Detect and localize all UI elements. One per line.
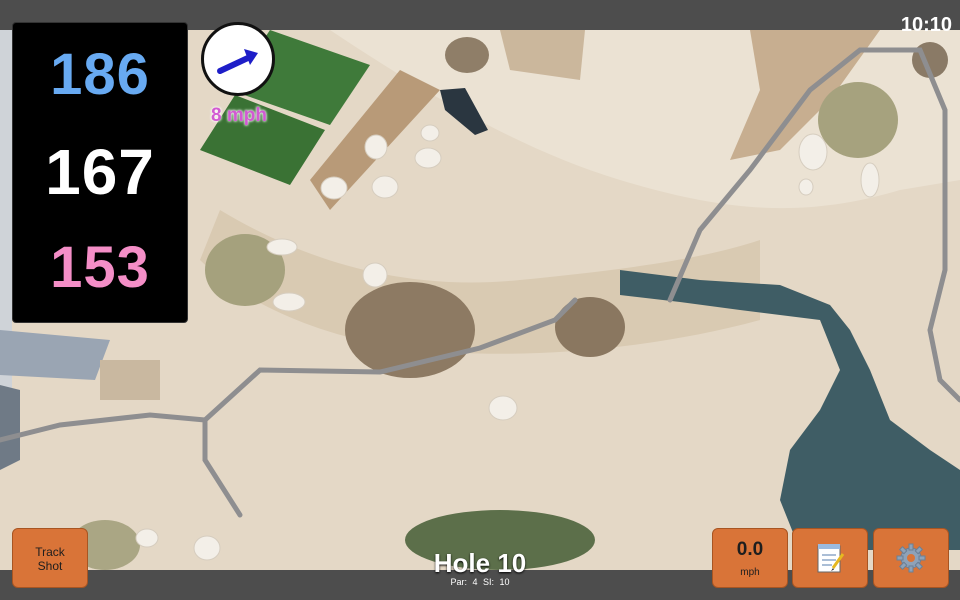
settings-button[interactable] [873, 528, 949, 588]
hole-info: Par: 4 SI: 10 [380, 577, 580, 587]
hole-title: Hole 10 [433, 548, 527, 578]
notepad-icon [817, 544, 845, 573]
speed-button[interactable]: 0.0 mph [712, 528, 788, 588]
speed-unit: mph [740, 567, 760, 578]
clock: 10:10 [900, 14, 952, 36]
front-yardage: 153 [50, 235, 150, 300]
speed-value: 0.0 [736, 539, 764, 560]
wind-speed-label: 8 mph [211, 105, 267, 126]
notes-button[interactable] [792, 528, 868, 588]
track-shot-button[interactable]: Track Shot [12, 528, 88, 588]
par-label: Par: 4 [450, 577, 478, 587]
gear-icon [896, 543, 926, 573]
si-label: SI: 10 [483, 577, 510, 587]
track-shot-label-line2: Shot [37, 559, 63, 573]
yardage-panel: 186 167 153 [12, 22, 188, 323]
back-yardage: 186 [50, 42, 150, 107]
wind-indicator [201, 22, 275, 96]
track-shot-label-line1: Track [35, 545, 65, 559]
wind-direction-arrow-icon [217, 49, 258, 74]
middle-yardage: 167 [45, 136, 155, 208]
